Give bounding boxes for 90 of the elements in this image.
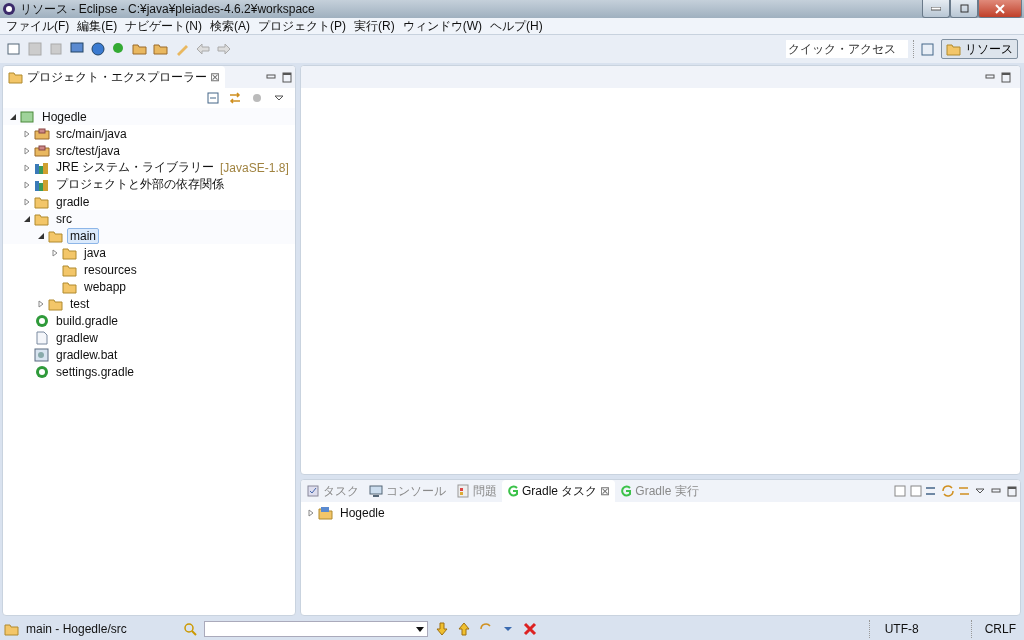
folder-icon [946,42,962,56]
project-icon [20,109,36,124]
tree-item[interactable]: webapp [81,278,130,295]
tree-item[interactable]: resources [81,261,140,278]
package-folder-icon [34,126,50,141]
view-tab[interactable]: Gradle タスク ⊠ [502,480,616,502]
file-icon [34,330,50,345]
view-tab[interactable]: プロジェクト・エクスプローラー ⊠ [3,66,225,88]
menu-item[interactable]: ヘルプ(H) [486,18,547,34]
monitor-icon [369,484,383,498]
status-line-ending: CRLF [983,622,1017,636]
tree-item[interactable]: src/test/java [53,142,124,159]
tree-item[interactable]: build.gradle [53,312,122,329]
open-folder-icon[interactable] [132,41,148,57]
restore-button[interactable] [950,0,978,18]
eclipse-logo-icon [2,2,16,16]
down-arrow-icon[interactable] [434,621,450,637]
collapsed-arrow-icon[interactable] [23,129,31,138]
tree-item[interactable]: settings.gradle [53,363,138,380]
collapsed-arrow-icon[interactable] [307,508,315,517]
maximize-icon[interactable] [1004,483,1020,499]
gradle-icon [34,364,50,379]
menu-item[interactable]: ファイル(F) [2,18,74,34]
tree-item[interactable]: test [67,295,93,312]
tree-item[interactable]: Hogedle [39,108,90,125]
forward-arrow-icon[interactable] [216,41,232,57]
expanded-arrow-icon[interactable] [23,214,31,223]
tree-item[interactable]: JRE システム・ライブラリー [53,158,217,177]
tree-item[interactable]: プロジェクトと外部の依存関係 [53,175,227,194]
collapsed-arrow-icon[interactable] [23,197,31,206]
up-arrow-icon[interactable] [456,621,472,637]
tree-item[interactable]: src/main/java [53,125,130,142]
menu-item[interactable]: プロジェクト(P) [254,18,350,34]
batch-file-icon [34,347,50,362]
project-folder-icon [318,505,334,520]
dropdown-caret-icon[interactable] [416,626,424,632]
quick-access-field[interactable]: クイック・アクセス [786,40,908,58]
expanded-arrow-icon[interactable] [9,112,17,121]
status-selection: main - Hogedle/src [26,622,128,636]
problems-icon [456,484,470,498]
gradle-g-icon [620,484,633,498]
package-folder-icon [34,143,50,158]
delete-icon[interactable] [522,621,538,637]
menu-item[interactable]: ナビゲート(N) [121,18,206,34]
tree-item-decoration: [JavaSE-1.8] [220,160,289,175]
books-icon [34,160,50,175]
menu-item[interactable]: ウィンドウ(W) [398,18,486,34]
folder-icon [62,279,78,294]
window-title: リソース - Eclipse - C:¥java¥pleiades-4.6.2¥workspace [20,0,316,18]
maximize-icon[interactable] [998,69,1014,85]
folder-icon [62,262,78,277]
restore-icon [959,3,969,14]
close-icon [995,3,1005,14]
folder-icon [8,70,24,84]
task-icon [306,484,320,498]
tree-item[interactable]: gradlew.bat [53,346,121,363]
find-field[interactable] [204,621,428,637]
collapsed-arrow-icon[interactable] [37,299,45,308]
gradle-icon [34,313,50,328]
books-icon [34,177,50,192]
folder-icon [48,296,64,311]
maximize-icon[interactable] [279,69,295,85]
close-tab-icon[interactable]: ⊠ [600,484,611,498]
tree-item[interactable]: gradlew [53,329,102,346]
tab-title: プロジェクト・エクスプローラー [27,68,207,86]
collapsed-arrow-icon[interactable] [23,146,31,155]
refresh-icon[interactable] [940,483,956,499]
menu-item[interactable]: 編集(E) [73,18,122,34]
minimize-button[interactable] [922,0,950,18]
open-folder-icon[interactable] [153,41,169,57]
collapsed-arrow-icon[interactable] [23,163,31,172]
folder-icon [4,622,20,636]
status-encoding: UTF-8 [883,622,920,636]
collapsed-arrow-icon[interactable] [23,180,31,189]
tree-item[interactable]: java [81,244,109,261]
perspective-button[interactable]: リソース [941,39,1018,59]
minimize-icon [931,6,941,11]
gradle-g-icon [507,484,519,498]
menu-item[interactable]: 検索(A) [206,18,254,34]
close-tab-icon[interactable]: ⊠ [210,70,220,84]
collapsed-arrow-icon[interactable] [51,248,59,257]
tree-item[interactable]: gradle [53,193,93,210]
menu-item[interactable]: 実行(R) [350,18,399,34]
search-icon[interactable] [182,621,198,637]
tree-item[interactable]: main [67,227,99,244]
tree-item[interactable]: src [53,210,75,227]
back-arrow-icon[interactable] [195,41,211,57]
tree-item[interactable]: Hogedle [337,504,388,521]
close-button[interactable] [978,0,1022,18]
expanded-arrow-icon[interactable] [37,231,45,240]
